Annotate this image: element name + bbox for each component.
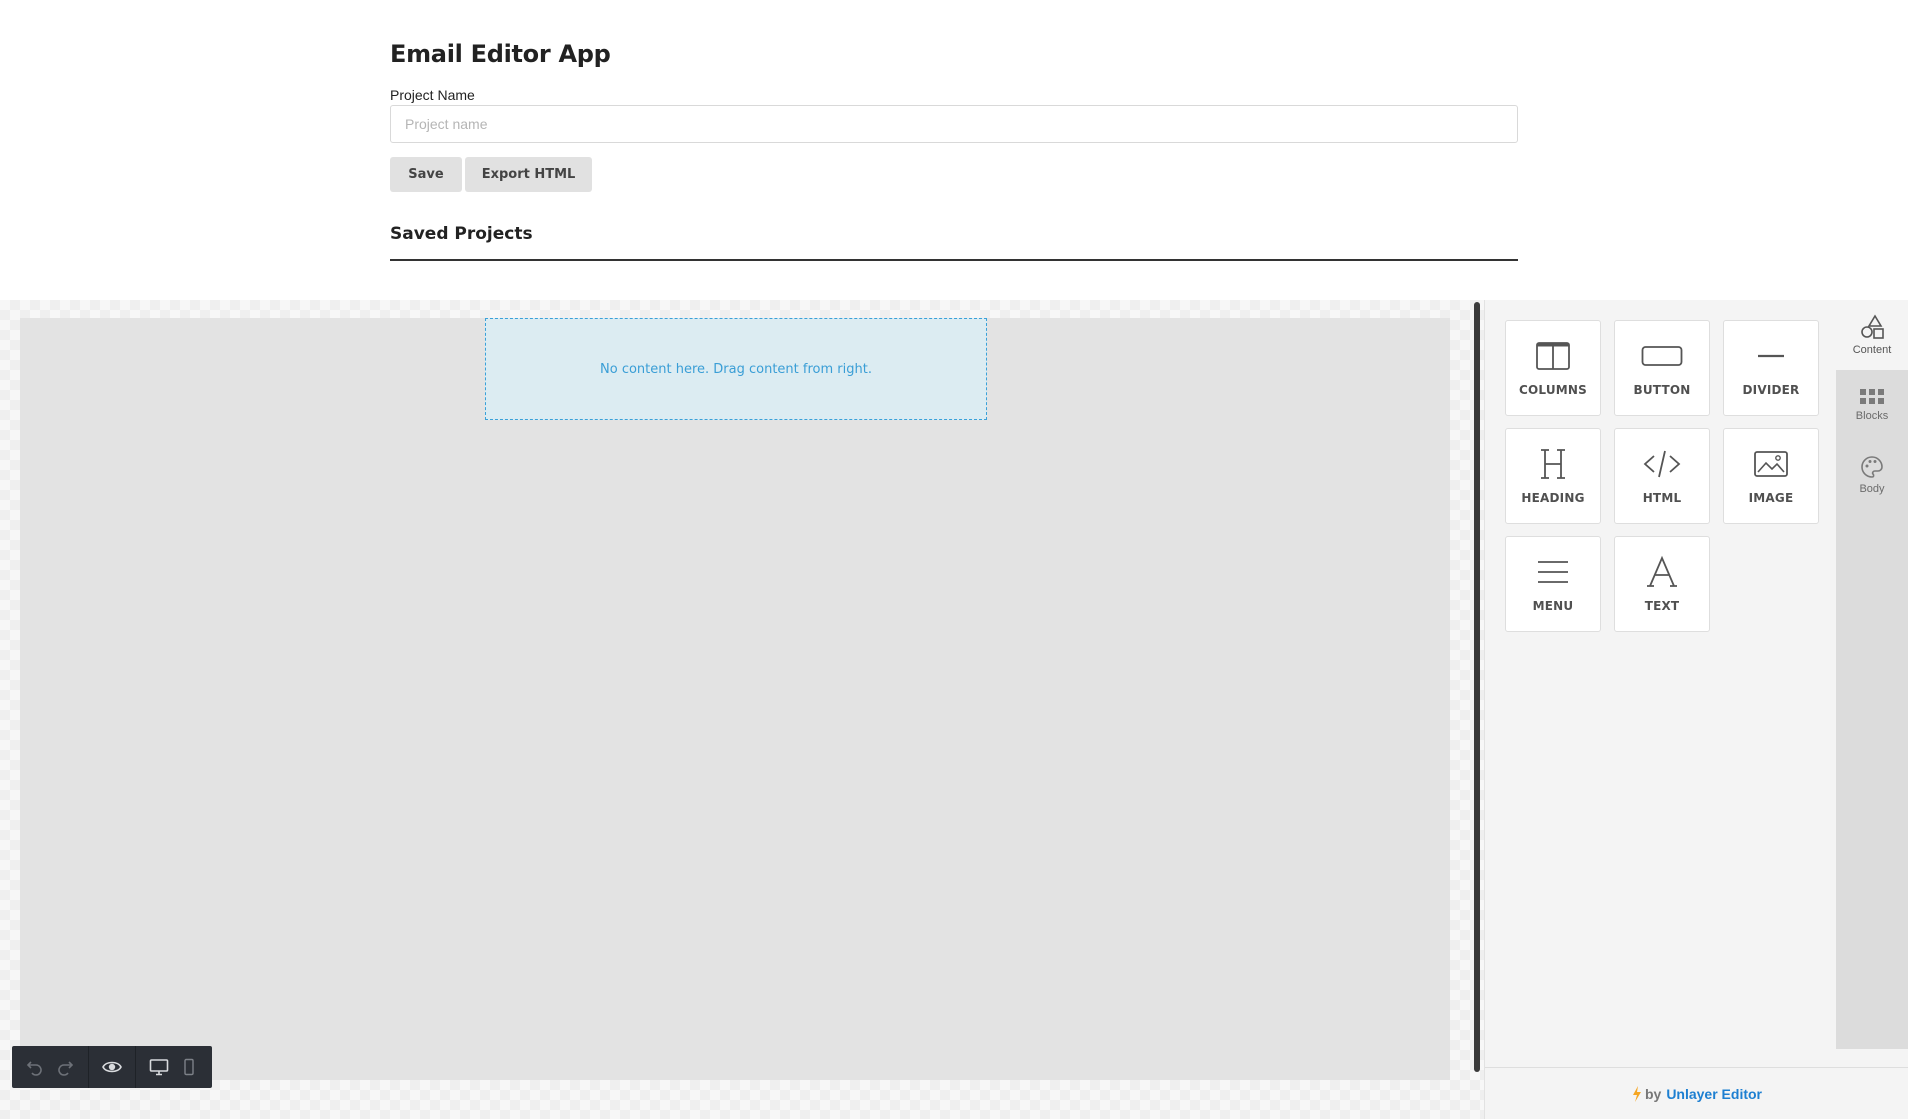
- branding-prefix: by: [1644, 1085, 1662, 1102]
- saved-projects-divider: [390, 259, 1518, 261]
- side-tabs: Content Blocks Body: [1836, 300, 1908, 1049]
- tool-label: HEADING: [1521, 491, 1585, 505]
- redo-button[interactable]: [50, 1046, 80, 1088]
- redo-icon: [58, 1061, 74, 1076]
- desktop-icon: [149, 1059, 169, 1076]
- tool-button[interactable]: BUTTON: [1614, 320, 1710, 416]
- tool-image[interactable]: IMAGE: [1723, 428, 1819, 524]
- preview-group: [89, 1046, 136, 1088]
- project-name-input[interactable]: [390, 105, 1518, 143]
- editor-side-panel: COLUMNS BUTTON DIVIDER HEADING HTML IMAG…: [1484, 300, 1908, 1119]
- tab-label: Content: [1852, 344, 1892, 356]
- tool-label: HTML: [1642, 491, 1682, 505]
- tool-label: DIVIDER: [1742, 383, 1800, 397]
- heading-icon: [1541, 449, 1565, 479]
- saved-projects-title: Saved Projects: [390, 224, 533, 244]
- tool-heading[interactable]: HEADING: [1505, 428, 1601, 524]
- canvas-scrollbar[interactable]: [1474, 302, 1480, 1072]
- columns-icon: [1536, 342, 1570, 370]
- tab-label: Body: [1859, 483, 1885, 495]
- unlayer-link[interactable]: Unlayer Editor: [1666, 1086, 1762, 1102]
- preview-eye-icon: [102, 1061, 122, 1073]
- text-icon: [1647, 555, 1677, 587]
- divider-icon: [1758, 354, 1784, 358]
- email-editor: No content here. Drag content from right…: [0, 300, 1908, 1119]
- save-button[interactable]: Save: [390, 157, 462, 192]
- email-canvas[interactable]: No content here. Drag content from right…: [20, 318, 1450, 1080]
- preview-button[interactable]: [97, 1046, 127, 1088]
- tab-body[interactable]: Body: [1836, 440, 1908, 510]
- content-tools-grid: COLUMNS BUTTON DIVIDER HEADING HTML IMAG…: [1505, 320, 1819, 632]
- desktop-view-button[interactable]: [144, 1046, 174, 1088]
- tool-html[interactable]: HTML: [1614, 428, 1710, 524]
- export-html-button[interactable]: Export HTML: [465, 157, 592, 192]
- tab-blocks[interactable]: Blocks: [1836, 370, 1908, 440]
- device-group: [136, 1046, 212, 1088]
- tool-label: MENU: [1532, 599, 1574, 613]
- button-icon: [1641, 346, 1683, 366]
- bolt-icon: [1632, 1085, 1641, 1102]
- branding-footer: by Unlayer Editor: [1485, 1067, 1908, 1119]
- mobile-icon: [184, 1058, 194, 1076]
- tab-content[interactable]: Content: [1836, 300, 1908, 370]
- project-name-label: Project Name: [390, 87, 475, 103]
- tool-text[interactable]: TEXT: [1614, 536, 1710, 632]
- palette-icon: [1861, 456, 1883, 478]
- empty-dropzone[interactable]: No content here. Drag content from right…: [485, 318, 987, 420]
- dropzone-message: No content here. Drag content from right…: [600, 361, 872, 377]
- menu-icon: [1538, 561, 1568, 583]
- tool-label: BUTTON: [1633, 383, 1691, 397]
- tool-columns[interactable]: COLUMNS: [1505, 320, 1601, 416]
- page-title: Email Editor App: [390, 40, 611, 68]
- history-group: [12, 1046, 89, 1088]
- tool-label: TEXT: [1644, 599, 1680, 613]
- tool-label: IMAGE: [1748, 491, 1794, 505]
- tool-divider[interactable]: DIVIDER: [1723, 320, 1819, 416]
- editor-toolbar: [12, 1046, 212, 1088]
- shapes-icon: [1861, 314, 1884, 339]
- blocks-grid-icon: [1860, 389, 1884, 404]
- undo-icon: [26, 1061, 42, 1076]
- tab-label: Blocks: [1855, 410, 1889, 422]
- mobile-view-button[interactable]: [174, 1046, 204, 1088]
- undo-button[interactable]: [20, 1046, 50, 1088]
- tool-label: COLUMNS: [1519, 383, 1587, 397]
- tool-menu[interactable]: MENU: [1505, 536, 1601, 632]
- html-code-icon: [1643, 450, 1681, 478]
- image-icon: [1754, 451, 1788, 477]
